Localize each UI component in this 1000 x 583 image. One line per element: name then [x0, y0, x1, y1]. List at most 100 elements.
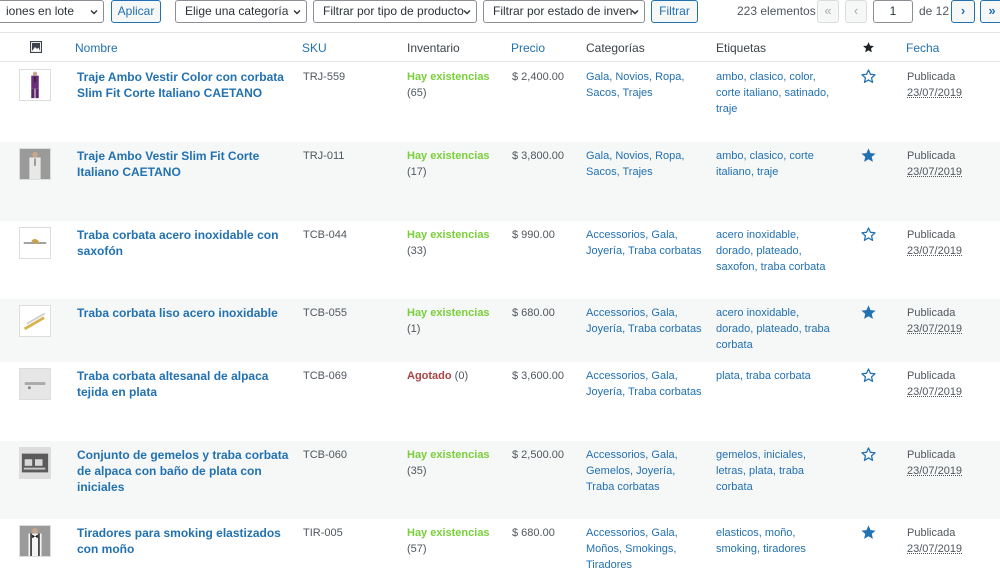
product-thumbnail[interactable]	[19, 368, 51, 400]
product-price: $ 680.00	[512, 527, 555, 539]
table-row: Traje Ambo Vestir Slim Fit Corte Italian…	[0, 142, 1000, 221]
featured-star-outline-icon[interactable]	[860, 226, 877, 243]
publish-date: 23/07/2019	[907, 323, 963, 335]
product-sku: TCB-060	[303, 449, 348, 461]
table-header: Nombre SKU Inventario Precio Categorías …	[0, 32, 1000, 62]
featured-star-outline-icon[interactable]	[860, 367, 877, 384]
product-categories[interactable]: Accessorios, Gala, Joyería, Traba corbat…	[586, 227, 706, 259]
chevron-down-icon	[293, 10, 301, 15]
table-row: Traba corbata liso acero inoxidable TCB-0…	[0, 299, 1000, 362]
product-sku: TIR-005	[303, 527, 343, 539]
product-tags[interactable]: ambo, clasico, corte italiano, traje	[716, 148, 836, 180]
product-thumbnail[interactable]	[19, 305, 51, 337]
product-tags[interactable]: gemelos, iniciales, letras, plata, traba…	[716, 447, 836, 495]
product-sku: TRJ-559	[303, 71, 346, 83]
table-row: Tiradores para smoking elastizados con m…	[0, 519, 1000, 583]
stock-status: Agotado	[407, 370, 452, 382]
bulk-actions-select[interactable]: iones en lote	[0, 0, 104, 23]
publish-date: 23/07/2019	[907, 166, 963, 178]
stock-status-filter-select[interactable]: Filtrar por estado de inven	[483, 0, 645, 23]
stock-quantity: (57)	[407, 543, 427, 555]
product-name-link[interactable]: Traje Ambo Vestir Color con corbata Slim…	[77, 69, 289, 101]
product-tags[interactable]: plata, traba corbata	[716, 368, 836, 384]
product-name-link[interactable]: Traje Ambo Vestir Slim Fit Corte Italian…	[77, 148, 289, 180]
column-price[interactable]: Precio	[511, 41, 545, 55]
table-row: Traje Ambo Vestir Color con corbata Slim…	[0, 63, 1000, 142]
product-name-link[interactable]: Traba corbata altesanal de alpaca tejida…	[77, 368, 289, 400]
product-name-link[interactable]: Tiradores para smoking elastizados con m…	[77, 525, 289, 557]
product-name-link[interactable]: Conjunto de gemelos y traba corbata de a…	[77, 447, 289, 495]
stock-cell: Hay existencias (57)	[407, 525, 507, 557]
stock-quantity: (17)	[407, 166, 427, 178]
apply-button[interactable]: Aplicar	[111, 0, 161, 23]
stock-quantity: (0)	[454, 370, 469, 382]
product-tags[interactable]: acero inoxidable, dorado, plateado, trab…	[716, 305, 836, 353]
column-sku[interactable]: SKU	[302, 41, 327, 55]
product-tags[interactable]: elasticos, moño, smoking, tiradores	[716, 525, 836, 557]
publish-status: Publicada	[907, 370, 956, 382]
product-sku: TRJ-011	[303, 150, 345, 162]
prev-page-button[interactable]: ‹	[845, 0, 867, 23]
stock-quantity: (65)	[407, 87, 427, 99]
product-categories[interactable]: Accessorios, Gala, Gemelos, Joyería, Tra…	[586, 447, 706, 495]
date-cell: Publicada 23/07/2019	[907, 447, 962, 479]
last-page-button[interactable]: »	[980, 0, 1000, 23]
stock-cell: Agotado (0)	[407, 368, 507, 384]
chevron-down-icon	[463, 10, 471, 15]
column-name[interactable]: Nombre	[75, 41, 118, 55]
total-pages-label: de 12	[919, 4, 950, 18]
product-categories[interactable]: Accessorios, Gala, Joyería, Traba corbat…	[586, 305, 706, 337]
product-type-filter-select[interactable]: Filtrar por tipo de producto	[313, 0, 477, 23]
featured-star-outline-icon[interactable]	[860, 68, 877, 85]
current-page-input[interactable]: 1	[873, 0, 913, 23]
product-price: $ 2,400.00	[512, 71, 564, 83]
stock-quantity: (33)	[407, 245, 427, 257]
featured-star-outline-icon[interactable]	[860, 446, 877, 463]
first-page-button[interactable]: «	[817, 0, 839, 23]
publish-date: 23/07/2019	[907, 245, 963, 257]
product-sku: TCB-044	[303, 229, 348, 241]
product-categories[interactable]: Accessorios, Gala, Joyería, Traba corbat…	[586, 368, 706, 400]
product-price: $ 3,800.00	[512, 150, 564, 162]
date-cell: Publicada 23/07/2019	[907, 368, 962, 400]
stock-status: Hay existencias	[407, 229, 490, 241]
product-price: $ 990.00	[512, 229, 555, 241]
product-sku: TCB-055	[303, 307, 348, 319]
stock-cell: Hay existencias (35)	[407, 447, 507, 479]
product-tags[interactable]: acero inoxidable, dorado, plateado, saxo…	[716, 227, 836, 275]
featured-star-filled-icon[interactable]	[860, 304, 877, 321]
chevron-down-icon	[631, 10, 639, 15]
chevron-down-icon	[90, 10, 98, 15]
category-filter-select[interactable]: Elige una categoría	[175, 0, 307, 23]
next-page-button[interactable]: ›	[951, 0, 975, 23]
category-filter-label: Elige una categoría	[185, 4, 289, 18]
product-categories[interactable]: Gala, Novios, Ropa, Sacos, Trajes	[586, 69, 706, 101]
product-name-link[interactable]: Traba corbata liso acero inoxidable	[77, 305, 289, 321]
table-nav-top: iones en lote Aplicar Elige una categorí…	[0, 0, 1000, 24]
product-tags[interactable]: ambo, clasico, color, corte italiano, sa…	[716, 69, 836, 117]
product-price: $ 680.00	[512, 307, 555, 319]
stock-status: Hay existencias	[407, 150, 490, 162]
date-cell: Publicada 23/07/2019	[907, 227, 962, 259]
product-sku: TCB-069	[303, 370, 348, 382]
product-thumbnail[interactable]	[19, 69, 51, 101]
publish-status: Publicada	[907, 527, 956, 539]
stock-cell: Hay existencias (33)	[407, 227, 507, 259]
product-name-link[interactable]: Traba corbata acero inoxidable con saxof…	[77, 227, 289, 259]
column-date[interactable]: Fecha	[906, 41, 939, 55]
product-categories[interactable]: Accessorios, Gala, Moños, Smokings, Tira…	[586, 525, 706, 573]
product-thumbnail[interactable]	[19, 447, 51, 479]
product-categories[interactable]: Gala, Novios, Ropa, Sacos, Trajes	[586, 148, 706, 180]
product-thumbnail[interactable]	[19, 525, 51, 557]
publish-date: 23/07/2019	[907, 465, 963, 477]
product-thumbnail[interactable]	[19, 227, 51, 259]
column-tags: Etiquetas	[716, 41, 767, 55]
featured-star-filled-icon[interactable]	[860, 524, 877, 541]
product-thumbnail[interactable]	[19, 148, 51, 180]
publish-status: Publicada	[907, 71, 956, 83]
stock-quantity: (35)	[407, 465, 427, 477]
featured-star-filled-icon[interactable]	[860, 147, 877, 164]
stock-status-filter-label: Filtrar por estado de inven	[493, 4, 633, 18]
column-categories: Categorías	[586, 41, 645, 55]
filter-button[interactable]: Filtrar	[651, 0, 698, 23]
